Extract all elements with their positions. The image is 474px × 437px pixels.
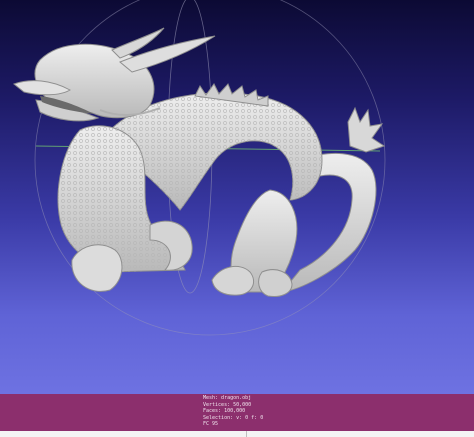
3d-viewport[interactable]: [0, 0, 474, 394]
face-count: Faces: 100,000: [203, 408, 246, 415]
mesh-info: Mesh: dragon.obj Vertices: 50,000 Faces:…: [203, 395, 263, 428]
selection-info: Selection: v: 0 f: 0: [203, 414, 264, 421]
vertex-count: Vertices: 50,000: [203, 401, 252, 408]
rear-claw: [211, 265, 254, 296]
front-claw: [71, 244, 123, 292]
dragon-mesh[interactable]: [13, 27, 386, 297]
status-strip: [0, 431, 474, 437]
rear-foot: [258, 269, 293, 297]
mesh-name: Mesh: dragon.obj: [203, 395, 252, 401]
fps-counter: FC 95: [203, 421, 219, 428]
status-strip-divider: [246, 431, 247, 437]
info-bar: Mesh: dragon.obj Vertices: 50,000 Faces:…: [0, 394, 474, 431]
scene-canvas[interactable]: [0, 0, 474, 394]
